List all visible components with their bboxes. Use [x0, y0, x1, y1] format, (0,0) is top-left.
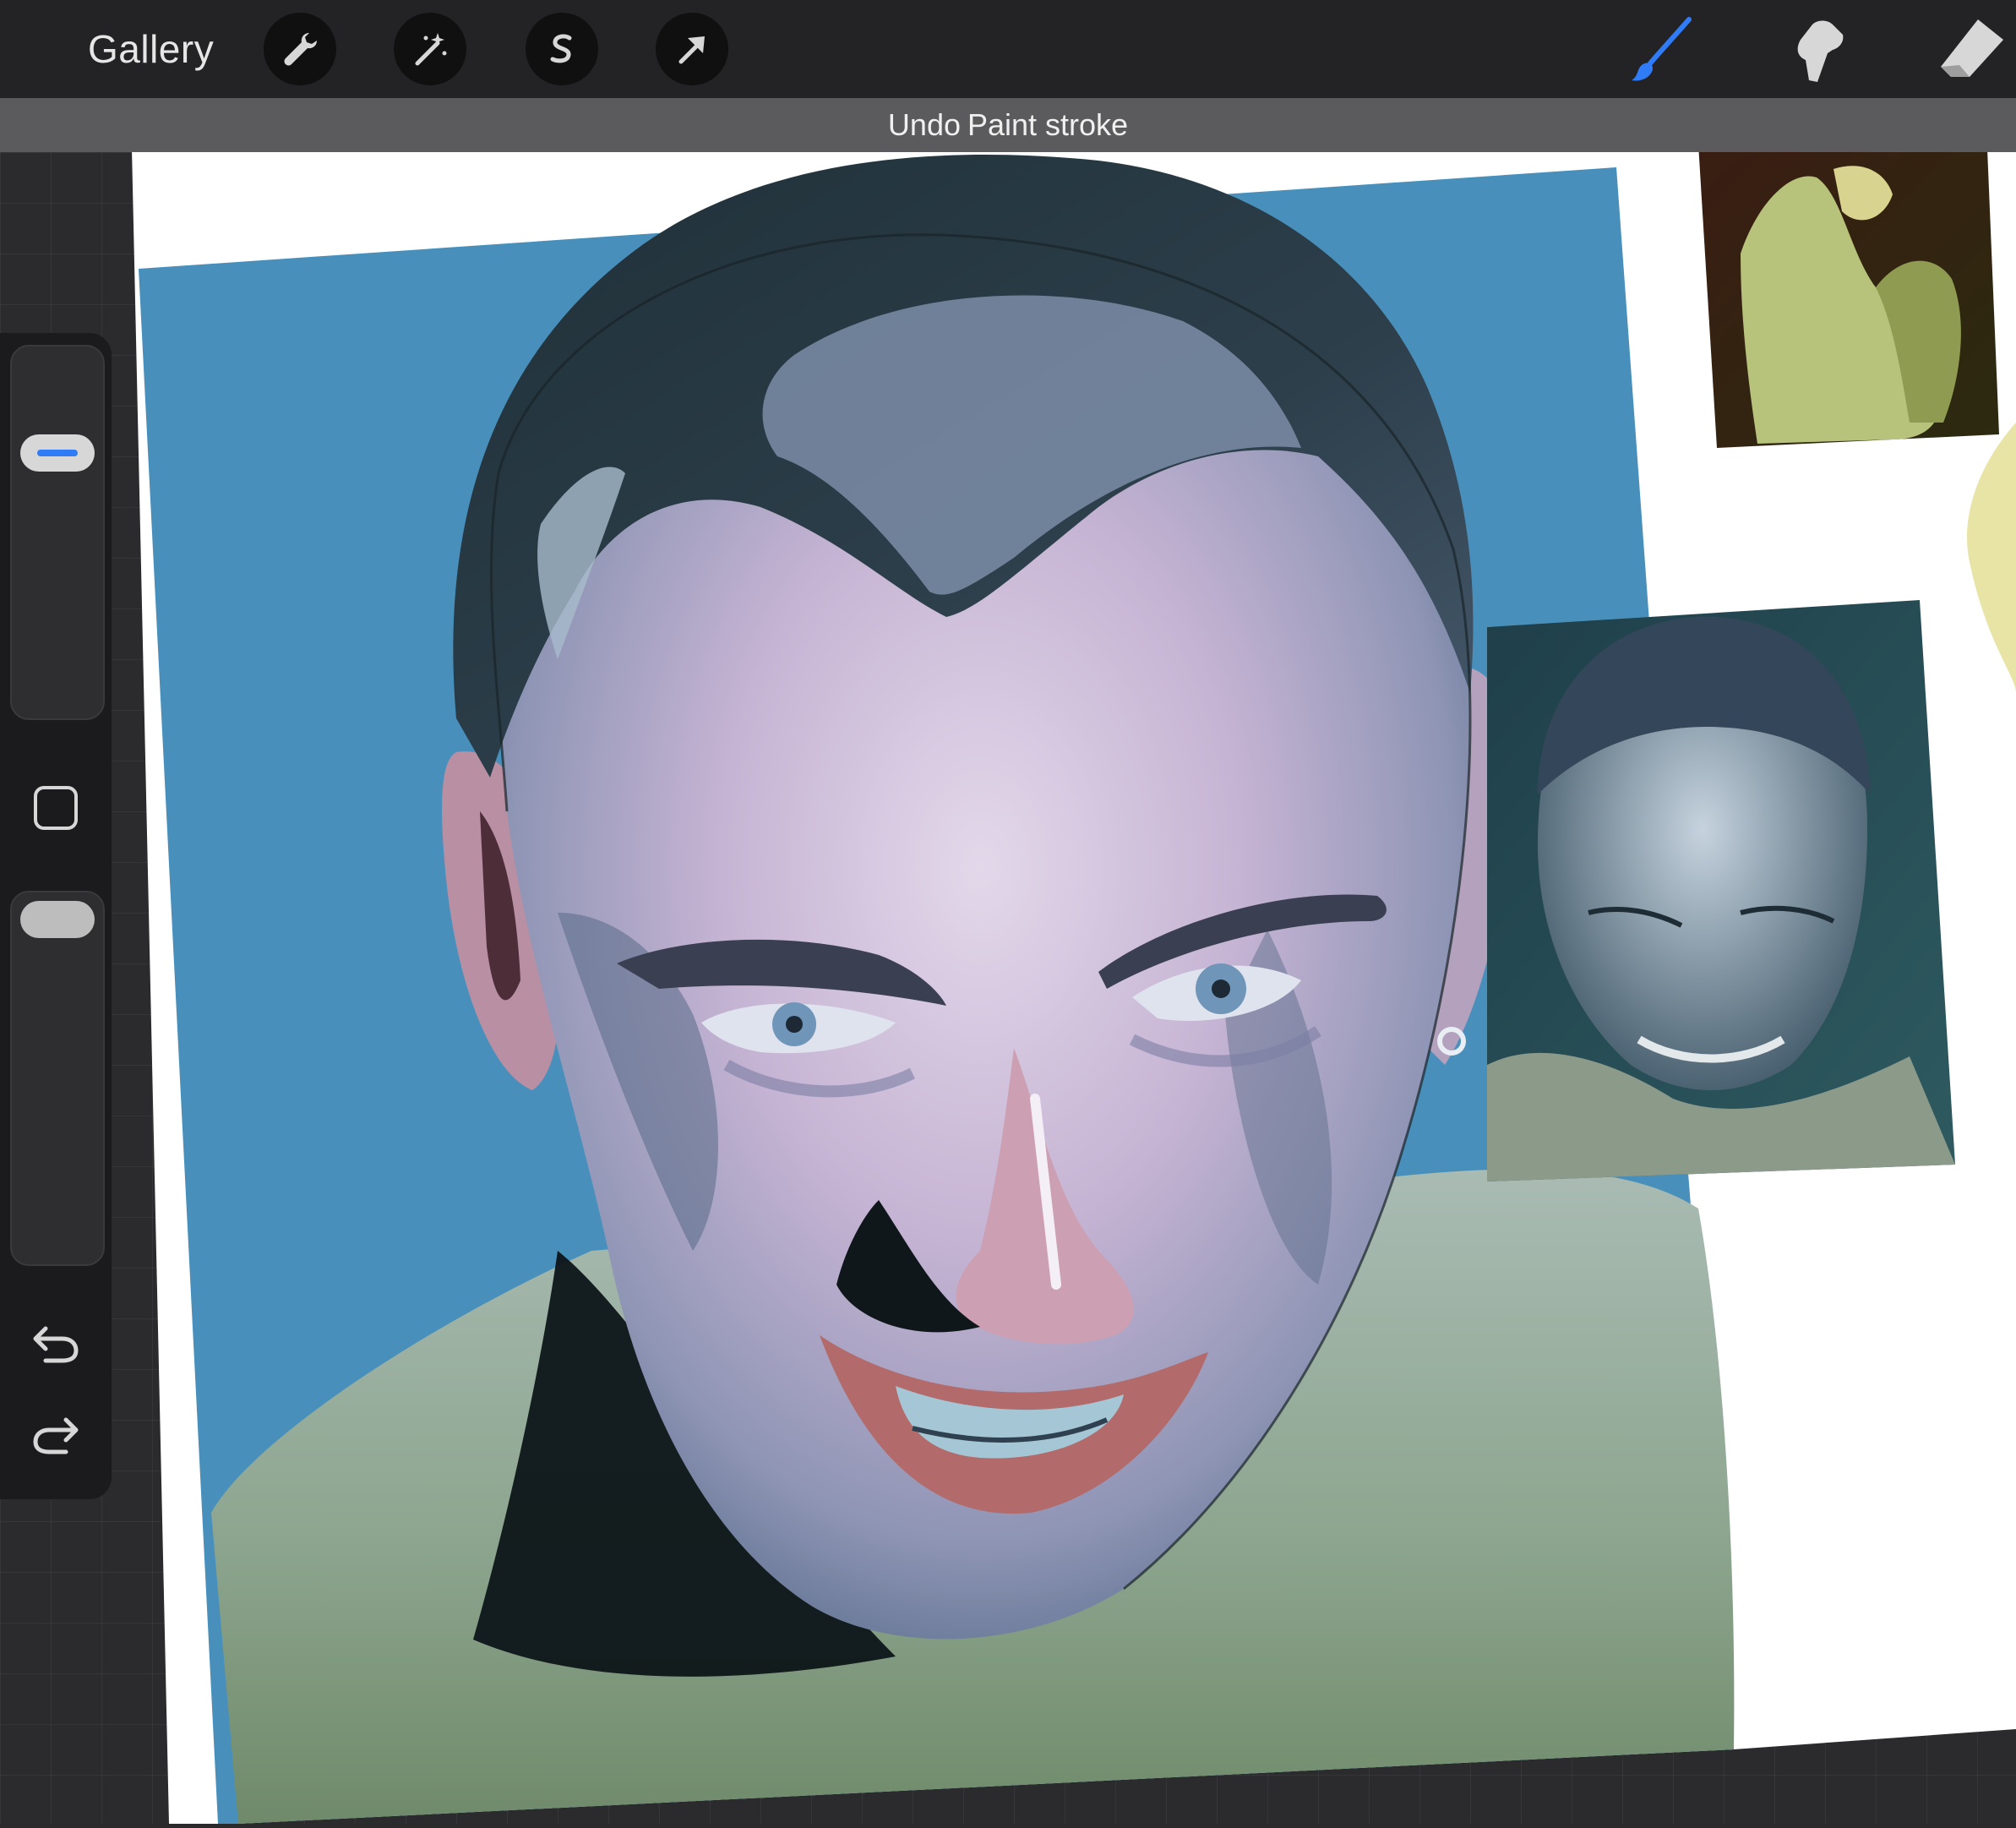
redo-button[interactable]: [25, 1405, 86, 1465]
transform-button[interactable]: [656, 13, 728, 85]
adjustments-button[interactable]: [394, 13, 466, 85]
modify-square-icon: [34, 786, 78, 830]
brush-size-knob[interactable]: [20, 434, 95, 472]
notice-detail: Paint stroke: [967, 107, 1129, 142]
modify-button[interactable]: [25, 778, 86, 838]
eraser-tool-button[interactable]: [1933, 12, 2009, 88]
transform-arrow-icon: [678, 36, 705, 64]
smudge-tool-button[interactable]: [1781, 12, 1857, 88]
undo-button[interactable]: [25, 1313, 86, 1374]
brush-size-slider[interactable]: [10, 345, 105, 720]
undo-notification: Undo Paint stroke: [0, 98, 2016, 152]
opacity-knob[interactable]: [20, 901, 95, 938]
artwork-canvas[interactable]: [0, 0, 2016, 1824]
opacity-slider[interactable]: [10, 891, 105, 1266]
eraser-icon: [1941, 19, 2003, 77]
wrench-icon: [284, 33, 317, 66]
brush-size-indicator: [37, 450, 78, 456]
actions-button[interactable]: [264, 13, 336, 85]
redo-icon: [33, 1417, 79, 1454]
brush-tool-button[interactable]: [1624, 12, 1700, 88]
brush-icon: [1632, 17, 1692, 81]
reference-photo-middle[interactable]: [1487, 600, 1955, 1181]
selection-button[interactable]: [526, 13, 598, 85]
left-pupil: [786, 1016, 803, 1033]
left-sidebar: [0, 333, 112, 1499]
selection-icon: [550, 34, 572, 63]
reference-photo-top[interactable]: [1698, 144, 1999, 448]
gallery-button[interactable]: Gallery: [88, 22, 214, 76]
undo-icon: [33, 1326, 79, 1363]
right-pupil: [1212, 979, 1230, 998]
magic-wand-icon: [415, 33, 447, 66]
smudge-icon: [1797, 20, 1844, 82]
notice-action: Undo: [887, 107, 961, 142]
top-toolbar: Gallery: [0, 0, 2016, 98]
canvas-area[interactable]: [0, 0, 2016, 1824]
